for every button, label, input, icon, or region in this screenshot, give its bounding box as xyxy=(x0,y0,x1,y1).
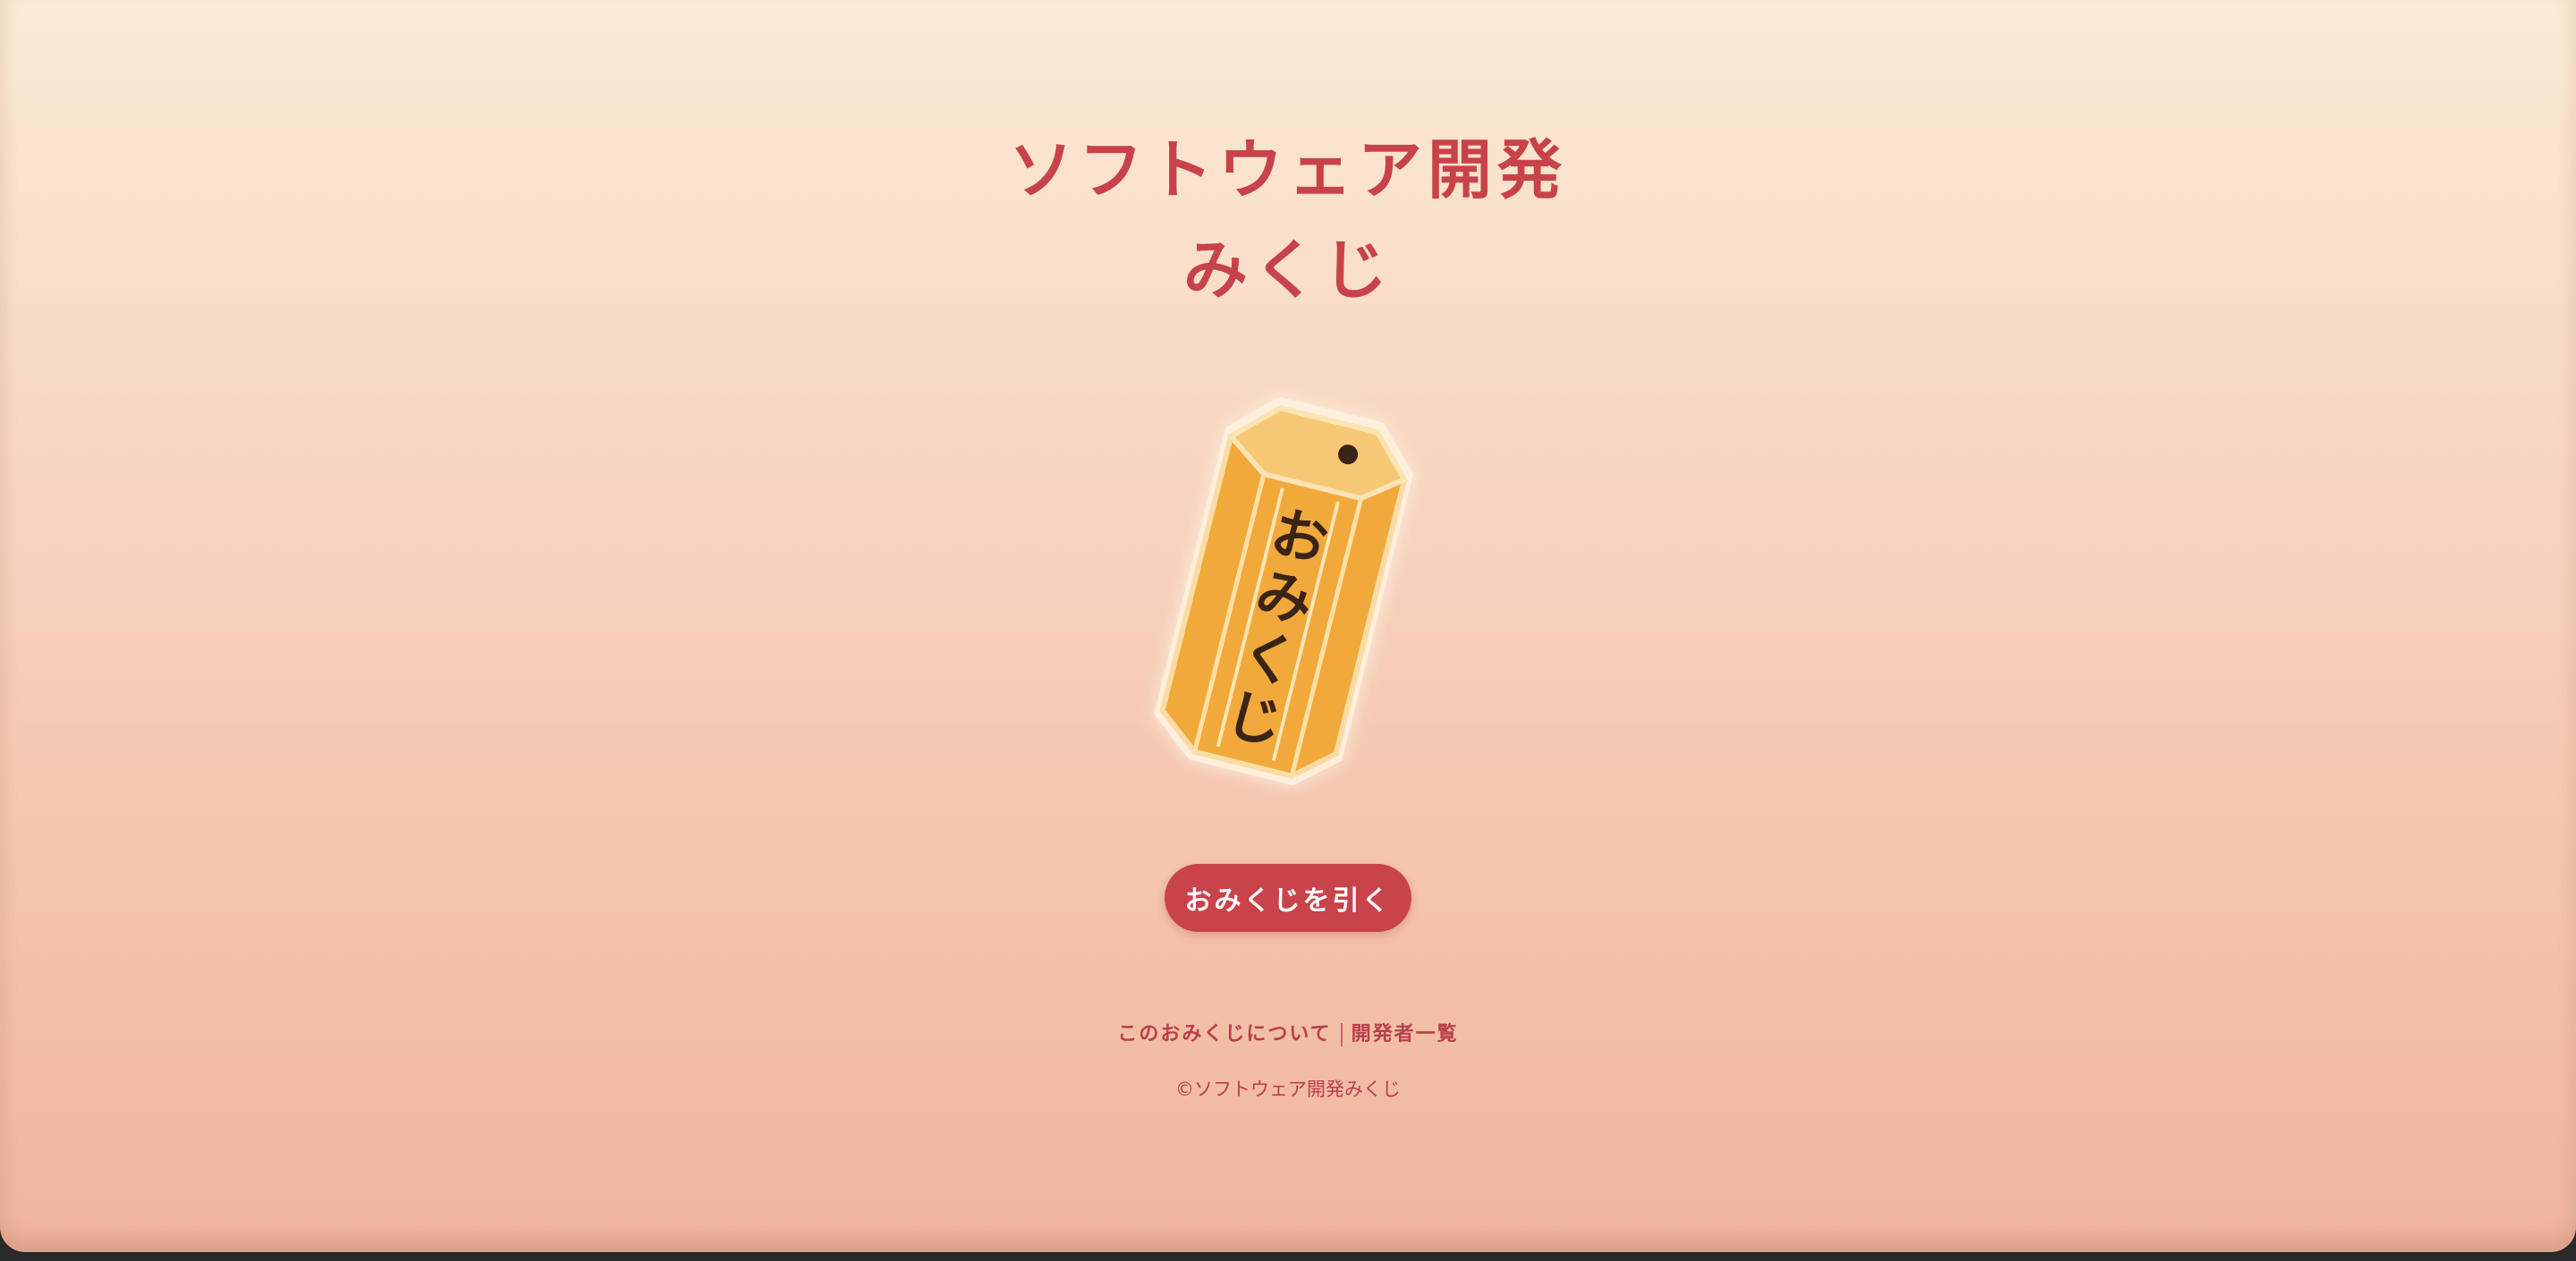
title-line-2: みくじ xyxy=(1182,232,1393,308)
copyright-text: ©ソフトウェア開発みくじ xyxy=(1175,1079,1401,1100)
title-line-1: ソフトウェア開発 xyxy=(1008,131,1567,207)
omikuji-illustration: お み く じ xyxy=(1109,358,1467,796)
footer-links: このおみくじについて 開発者一覧 xyxy=(0,1018,2576,1046)
link-separator xyxy=(1340,1023,1343,1046)
developers-link[interactable]: 開発者一覧 xyxy=(1352,1022,1459,1045)
page-background: ソフトウェア開発 みくじ お み く じ おみくじを引く このおみくじについて … xyxy=(0,0,2576,1252)
omikuji-box-icon: お み く じ xyxy=(1154,396,1413,786)
draw-omikuji-button[interactable]: おみくじを引く xyxy=(1165,864,1411,932)
page-title: ソフトウェア開発 みくじ xyxy=(0,120,2576,320)
about-link[interactable]: このおみくじについて xyxy=(1117,1022,1331,1045)
window-bottom-edge xyxy=(0,1252,2576,1261)
